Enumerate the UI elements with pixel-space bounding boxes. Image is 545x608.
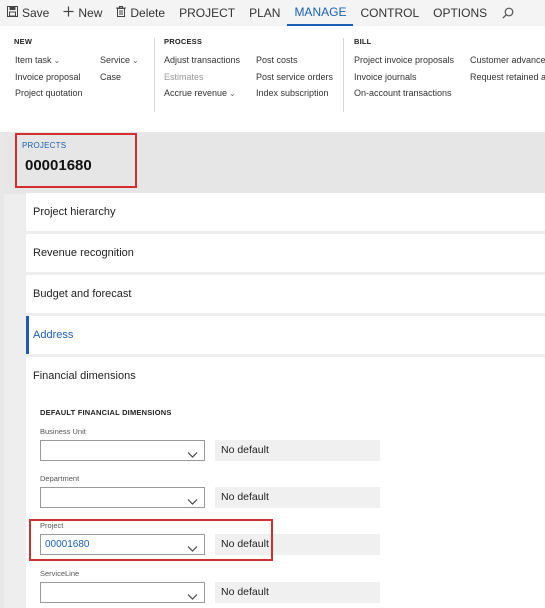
action-pane: Save New Delete PROJECT PLAN MANAGE CONT… bbox=[0, 0, 545, 26]
service-label: Service bbox=[100, 55, 131, 65]
project-default: No default bbox=[215, 534, 380, 555]
save-icon bbox=[7, 6, 18, 20]
group-title-new: NEW bbox=[14, 37, 33, 46]
serviceline-label: ServiceLine bbox=[40, 569, 80, 578]
business-unit-default: No default bbox=[215, 440, 380, 461]
group-title-bill: BILL bbox=[354, 37, 372, 46]
chevron-down-icon bbox=[187, 540, 198, 558]
request-retained-button[interactable]: Request retained a bbox=[470, 72, 545, 82]
new-button[interactable]: New bbox=[56, 0, 109, 26]
fasttab-budget-forecast[interactable]: Budget and forecast bbox=[26, 275, 545, 313]
breadcrumb[interactable]: PROJECTS bbox=[22, 141, 66, 150]
chevron-down-icon: ⌄ bbox=[132, 56, 139, 65]
index-subscription-button[interactable]: Index subscription bbox=[256, 88, 329, 98]
ribbon-divider bbox=[343, 38, 344, 112]
ribbon-divider bbox=[154, 38, 155, 112]
group-title-process: PROCESS bbox=[164, 37, 203, 46]
ribbon-manage: NEW Item task ⌄ Invoice proposal Project … bbox=[0, 26, 545, 132]
project-invoice-proposals-button[interactable]: Project invoice proposals bbox=[354, 55, 454, 65]
post-costs-button[interactable]: Post costs bbox=[256, 55, 298, 65]
service-menu[interactable]: Service ⌄ bbox=[100, 55, 139, 65]
section-title: DEFAULT FINANCIAL DIMENSIONS bbox=[40, 408, 172, 417]
fasttab-project-hierarchy[interactable]: Project hierarchy bbox=[26, 193, 545, 231]
serviceline-default: No default bbox=[215, 582, 380, 603]
project-dropdown[interactable]: 00001680 bbox=[40, 534, 205, 555]
chevron-down-icon bbox=[187, 588, 198, 606]
search-icon[interactable] bbox=[494, 0, 522, 26]
fasttab-financial-dimensions[interactable]: Financial dimensions bbox=[26, 357, 545, 395]
business-unit-label: Business Unit bbox=[40, 427, 86, 436]
serviceline-dropdown[interactable] bbox=[40, 582, 205, 603]
chevron-down-icon bbox=[187, 446, 198, 464]
chevron-down-icon bbox=[187, 493, 198, 511]
item-task-menu[interactable]: Item task ⌄ bbox=[15, 55, 60, 65]
case-button[interactable]: Case bbox=[100, 72, 121, 82]
customer-advance-button[interactable]: Customer advance bbox=[470, 55, 545, 65]
department-default: No default bbox=[215, 487, 380, 508]
item-task-label: Item task bbox=[15, 55, 52, 65]
trash-icon bbox=[116, 6, 127, 20]
tab-control[interactable]: CONTROL bbox=[353, 0, 426, 26]
new-label: New bbox=[78, 6, 103, 20]
plus-icon bbox=[63, 6, 74, 20]
delete-button[interactable]: Delete bbox=[109, 0, 172, 26]
accrue-revenue-label: Accrue revenue bbox=[164, 88, 228, 98]
accrue-revenue-menu[interactable]: Accrue revenue ⌄ bbox=[164, 88, 236, 98]
invoice-proposal-button[interactable]: Invoice proposal bbox=[15, 72, 81, 82]
project-value: 00001680 bbox=[45, 539, 90, 550]
page-title: 00001680 bbox=[25, 157, 92, 174]
tab-project[interactable]: PROJECT bbox=[172, 0, 242, 26]
adjust-transactions-button[interactable]: Adjust transactions bbox=[164, 55, 240, 65]
tab-manage[interactable]: MANAGE bbox=[287, 0, 354, 26]
invoice-journals-button[interactable]: Invoice journals bbox=[354, 72, 417, 82]
fasttab-address[interactable]: Address bbox=[26, 316, 545, 354]
project-quotation-button[interactable]: Project quotation bbox=[15, 88, 83, 98]
department-label: Department bbox=[40, 474, 80, 483]
save-label: Save bbox=[22, 6, 50, 20]
department-dropdown[interactable] bbox=[40, 487, 205, 508]
project-label: Project bbox=[40, 521, 64, 530]
estimates-button: Estimates bbox=[164, 72, 204, 82]
on-account-transactions-button[interactable]: On-account transactions bbox=[354, 88, 452, 98]
chevron-down-icon: ⌄ bbox=[53, 56, 61, 65]
delete-label: Delete bbox=[130, 6, 166, 20]
chevron-down-icon: ⌄ bbox=[229, 89, 236, 98]
fasttab-revenue-recognition[interactable]: Revenue recognition bbox=[26, 234, 545, 272]
tab-options[interactable]: OPTIONS bbox=[426, 0, 494, 26]
tab-plan[interactable]: PLAN bbox=[242, 0, 287, 26]
save-button[interactable]: Save bbox=[0, 0, 56, 26]
post-service-orders-button[interactable]: Post service orders bbox=[256, 72, 333, 82]
business-unit-dropdown[interactable] bbox=[40, 440, 205, 461]
